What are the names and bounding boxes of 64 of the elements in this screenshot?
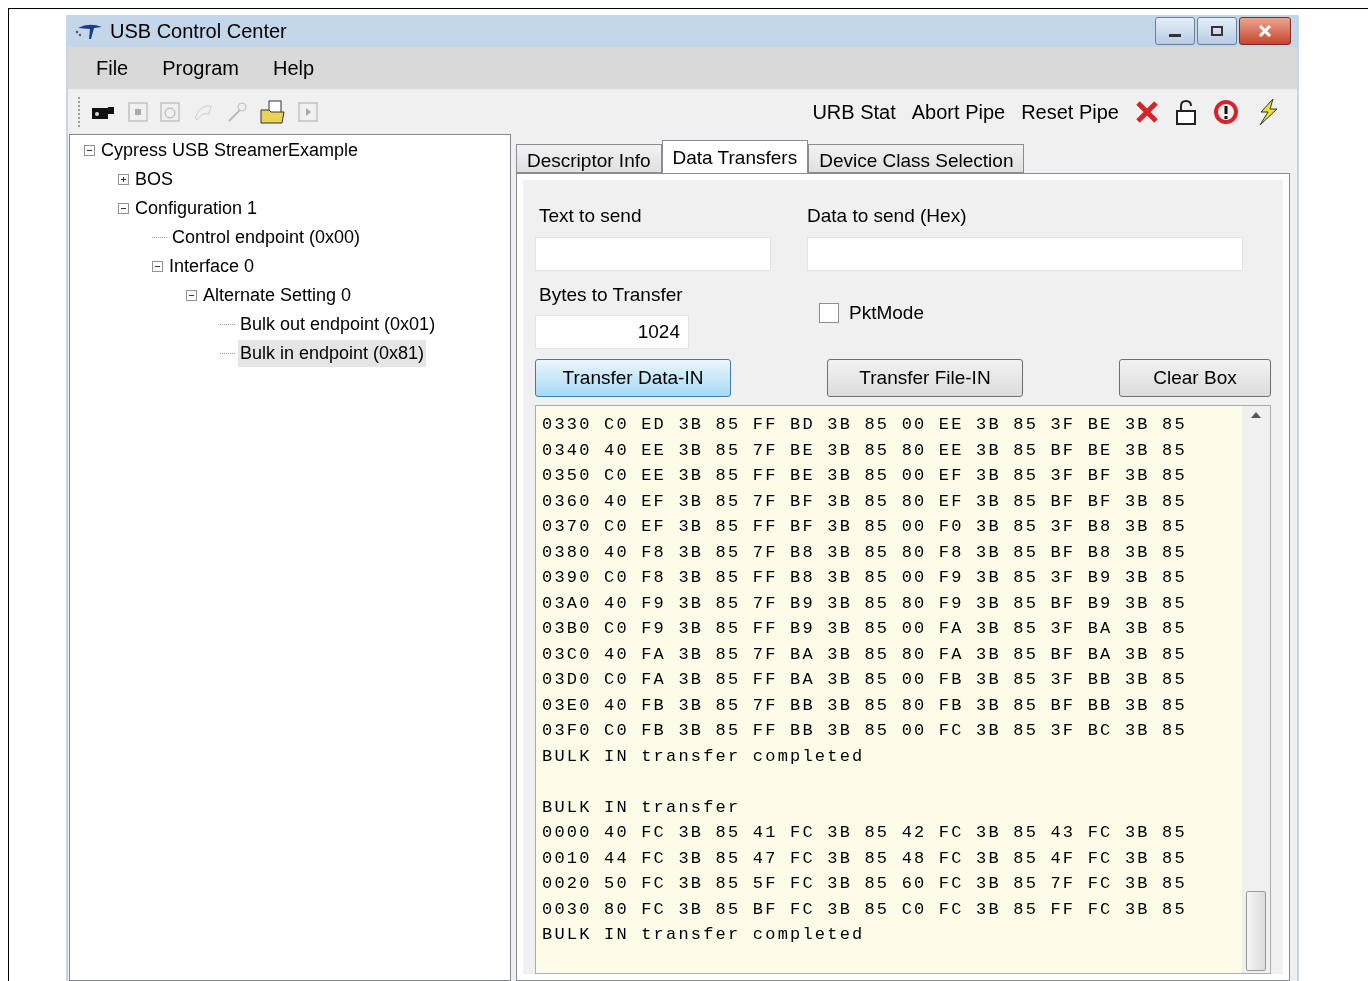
log-line: 0350 C0 EE 3B 85 FF BE 3B 85 00 EF 3B 85 3F BF 3B 85 [542, 465, 1187, 487]
log-line: 0380 40 F8 3B 85 7F B8 3B 85 80 F8 3B 85 BF B8 3B 85 [542, 541, 1187, 564]
toolbar-action[interactable]: URB Stat [812, 96, 896, 127]
log-line: 03E0 40 FB 3B 85 7F BB 3B 85 80 FB 3B 85 BF BB 3B 85 [542, 694, 1187, 717]
scroll-up-icon[interactable] [1251, 412, 1261, 418]
log-line: 0030 80 FC 3B 85 BF FC 3B 85 C0 FC 3B 85 FF FC 3B 85 [542, 898, 1187, 921]
toolbar-action[interactable]: Reset Pipe [1021, 96, 1119, 127]
collapse-toggle-icon[interactable] [152, 261, 163, 272]
menu-item[interactable]: File [96, 53, 129, 83]
tree-item[interactable]: Control endpoint (0x00) [170, 224, 363, 251]
collapse-toggle-icon[interactable] [186, 290, 197, 301]
log-line: 03C0 40 FA 3B 85 7F BA 3B 85 80 FA 3B 85 BF BA 3B 85 [542, 643, 1187, 666]
tree-item[interactable]: Configuration 1 [133, 195, 260, 222]
log-line: 03D0 C0 FA 3B 85 FF BA 3B 85 00 FB 3B 85 3F BB 3B 85 [542, 669, 1187, 691]
action-button[interactable]: Transfer File-IN [827, 359, 1023, 397]
checkbox-label: PktMode [849, 300, 924, 325]
field-label: Text to send [539, 204, 643, 228]
input-field[interactable]: 1024 [535, 315, 689, 349]
close-button[interactable] [1239, 17, 1291, 45]
action-button[interactable]: Transfer Data-IN [535, 359, 731, 397]
close-icon [1258, 25, 1272, 37]
collapse-toggle-icon[interactable] [118, 203, 129, 214]
input-field[interactable] [535, 236, 771, 271]
log-line: 03A0 40 F9 3B 85 7F B9 3B 85 80 F9 3B 85 BF B9 3B 85 [542, 592, 1187, 615]
checkbox[interactable] [819, 302, 839, 323]
expand-toggle-icon[interactable] [118, 174, 129, 185]
action-button[interactable]: Clear Box [1119, 359, 1271, 397]
log-line: BULK IN transfer completed [542, 924, 865, 946]
tab[interactable]: Device Class Selection [808, 144, 1025, 173]
tree-item[interactable]: BOS [133, 166, 175, 193]
log-line: 0390 C0 F8 3B 85 FF B8 3B 85 00 F9 3B 85 3F B9 3B 85 [542, 567, 1187, 589]
field-label: Bytes to Transfer [539, 282, 684, 307]
cross-icon[interactable] [1135, 99, 1159, 124]
minimize-button[interactable] [1155, 17, 1195, 45]
log-line: 0360 40 EF 3B 85 7F BF 3B 85 80 EF 3B 85 BF BF 3B 85 [542, 490, 1187, 513]
log-line: 0340 40 EE 3B 85 7F BE 3B 85 80 EE 3B 85 BF BE 3B 85 [542, 439, 1187, 462]
window-title: USB Control Center [110, 19, 287, 44]
tree-item[interactable]: Alternate Setting 0 [201, 282, 354, 309]
input-field[interactable] [807, 236, 1243, 271]
field-label: Data to send (Hex) [807, 204, 968, 228]
log-line: 0020 50 FC 3B 85 5F FC 3B 85 60 FC 3B 85 7F FC 3B 85 [542, 873, 1187, 895]
maximize-button[interactable] [1197, 17, 1237, 45]
log-line: 03F0 C0 FB 3B 85 FF BB 3B 85 00 FC 3B 85 3F BC 3B 85 [542, 720, 1187, 742]
log-line: 0010 44 FC 3B 85 47 FC 3B 85 48 FC 3B 85 4F FC 3B 85 [542, 847, 1187, 870]
padlock-icon[interactable] [1175, 98, 1197, 125]
tree-item[interactable]: Interface 0 [167, 253, 257, 280]
log-line: 03B0 C0 F9 3B 85 FF B9 3B 85 00 FA 3B 85 3F BA 3B 85 [542, 618, 1187, 640]
log-line: BULK IN transfer [542, 796, 741, 819]
vertical-scrollbar[interactable] [1242, 406, 1270, 973]
open-file-icon[interactable] [260, 99, 286, 124]
scrollbar-thumb[interactable] [1246, 891, 1266, 971]
tree-item[interactable]: Cypress USB StreamerExample [99, 137, 361, 164]
log-line: 0330 C0 ED 3B 85 FF BD 3B 85 00 EE 3B 85 3F BE 3B 85 [542, 414, 1187, 436]
menu-item[interactable]: Help [272, 53, 315, 83]
tree-item[interactable]: Bulk in endpoint (0x81) [238, 340, 427, 367]
menu-item[interactable]: Program [162, 53, 239, 83]
log-line: 0370 C0 EF 3B 85 FF BF 3B 85 00 F0 3B 85 3F B8 3B 85 [542, 516, 1187, 538]
log-line: BULK IN transfer completed [542, 745, 865, 768]
tab[interactable]: Data Transfers [661, 140, 809, 173]
log-line: 0000 40 FC 3B 85 41 FC 3B 85 42 FC 3B 85 43 FC 3B 85 [542, 822, 1187, 844]
collapse-toggle-icon[interactable] [84, 145, 95, 156]
tab[interactable]: Descriptor Info [516, 144, 662, 173]
tree-item[interactable]: Bulk out endpoint (0x01) [238, 311, 438, 338]
toolbar-action[interactable]: Abort Pipe [911, 96, 1006, 127]
